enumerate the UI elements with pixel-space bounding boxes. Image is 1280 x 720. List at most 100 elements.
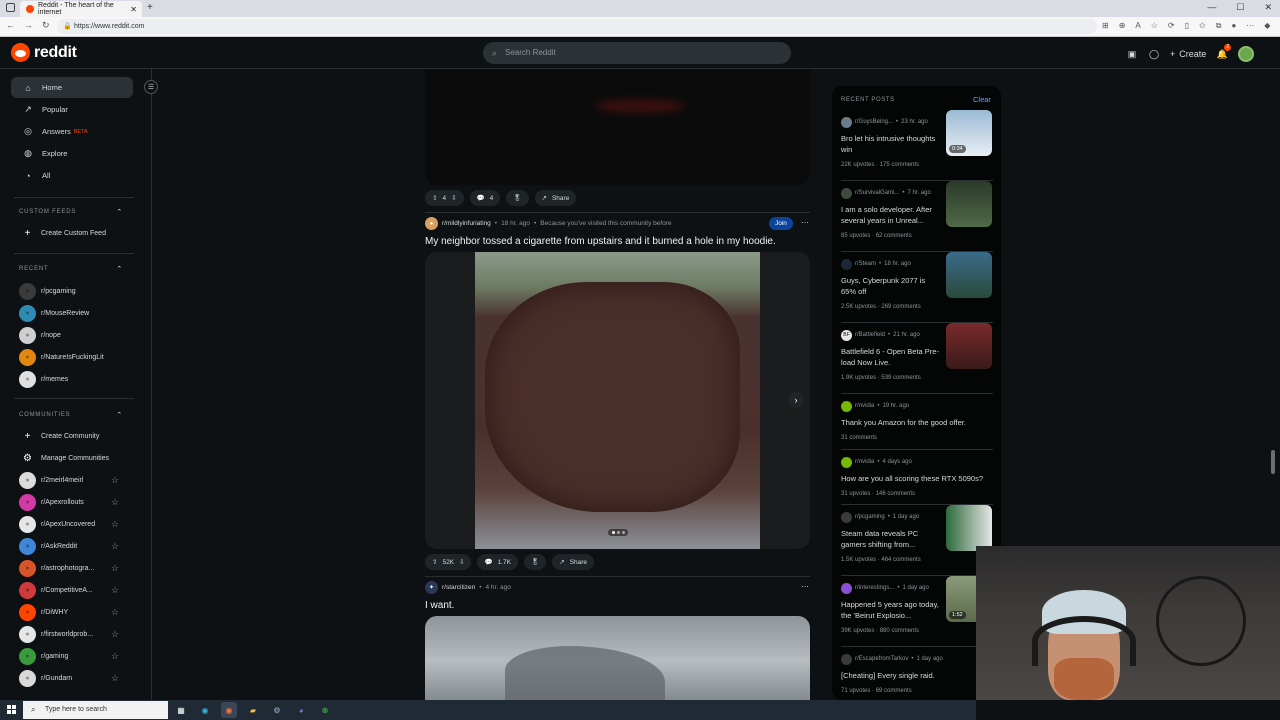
post-media-video[interactable]	[425, 69, 810, 185]
sidebar-item-answers[interactable]: ◎ Answers BETA	[11, 121, 133, 142]
downvote-icon[interactable]: ⇩	[459, 558, 464, 566]
search-input[interactable]: ⌕ Search Reddit	[483, 42, 791, 64]
recent-community-item[interactable]: ● r/MouseReview	[19, 304, 129, 322]
subreddit-name[interactable]: r/pcgaming	[855, 514, 885, 520]
community-item[interactable]: ● r/astrophotogra... ☆	[19, 559, 129, 577]
recent-post-item[interactable]: r/nvidia • 19 hr. ago Thank you Amazon for …	[841, 400, 993, 441]
sidebar-item-all[interactable]: ◔ All	[11, 165, 133, 186]
sidebar-item-explore[interactable]: ◍ Explore	[11, 143, 133, 164]
subreddit-name[interactable]: r/Steam	[855, 261, 876, 267]
subreddit-name[interactable]: r/nvidia	[855, 403, 874, 409]
recent-community-item[interactable]: ● r/memes	[19, 370, 129, 388]
file-explorer-icon[interactable]: ▰	[245, 702, 261, 718]
favorite-star-icon[interactable]: ☆	[111, 519, 119, 530]
favorite-star-icon[interactable]: ☆	[1151, 21, 1158, 31]
recent-community-item[interactable]: ● r/nope	[19, 326, 129, 344]
create-button[interactable]: + Create	[1170, 49, 1206, 59]
favorite-star-icon[interactable]: ☆	[111, 629, 119, 640]
steam-icon[interactable]: ⚙	[269, 702, 285, 718]
manage-communities-button[interactable]: ⚙ Manage Communities	[19, 449, 129, 467]
recent-post-title[interactable]: Steam data reveals PC gamers shifting fr…	[841, 528, 941, 550]
chevron-up-icon[interactable]: ⌃	[116, 208, 123, 216]
recent-post-thumbnail[interactable]: 0:34	[946, 110, 992, 156]
subreddit-name[interactable]: r/GuysBeing...	[855, 119, 893, 125]
community-item[interactable]: ● r/firstworldprob... ☆	[19, 625, 129, 643]
maximize-icon[interactable]: ☐	[1236, 2, 1244, 13]
copilot-icon[interactable]: ◆	[1264, 21, 1270, 31]
advertise-icon[interactable]: ▣	[1126, 48, 1138, 60]
favorite-star-icon[interactable]: ☆	[111, 673, 119, 684]
recent-post-title[interactable]: I am a solo developer. After several yea…	[841, 204, 941, 226]
split-screen-icon[interactable]: ▯	[1185, 21, 1189, 31]
recent-post-thumbnail[interactable]	[946, 252, 992, 298]
community-item[interactable]: ● r/gaming ☆	[19, 647, 129, 665]
profile-icon[interactable]: ●	[1231, 21, 1236, 31]
reddit-logo[interactable]: reddit	[11, 43, 77, 62]
join-button[interactable]: Join	[769, 217, 793, 230]
recent-post-item[interactable]: BF r/Battlefield • 21 hr. ago Battlefield 6 …	[841, 323, 993, 381]
forward-icon[interactable]: →	[24, 20, 33, 31]
post-gallery[interactable]: ›	[425, 252, 810, 549]
subreddit-avatar[interactable]: ●	[425, 217, 438, 230]
recent-post-title[interactable]: Happened 5 years ago today, the 'Beirut …	[841, 599, 941, 621]
zoom-icon[interactable]: ⊕	[1119, 21, 1126, 31]
next-image-button[interactable]: ›	[788, 392, 804, 408]
award-button[interactable]: 🎖	[523, 554, 547, 570]
extensions-icon[interactable]: ⟳	[1168, 21, 1175, 31]
favorite-star-icon[interactable]: ☆	[111, 497, 119, 508]
post-overflow-menu[interactable]: ⋯	[801, 582, 809, 591]
favorite-star-icon[interactable]: ☆	[111, 607, 119, 618]
recent-post-title[interactable]: How are you all scoring these RTX 5090s?	[841, 473, 991, 484]
refresh-icon[interactable]: ↻	[42, 20, 50, 31]
browser-tab[interactable]: Reddit - The heart of the internet ✕	[20, 1, 142, 17]
favorite-star-icon[interactable]: ☆	[111, 563, 119, 574]
recent-post-title[interactable]: Battlefield 6 - Open Beta Pre-load Now L…	[841, 346, 941, 368]
chevron-up-icon[interactable]: ⌃	[116, 265, 123, 273]
close-window-icon[interactable]: ✕	[1264, 2, 1272, 13]
collapse-sidebar-button[interactable]: ☰	[144, 80, 158, 94]
recent-post-item[interactable]: r/nvidia • 4 days ago How are you all scori…	[841, 456, 993, 497]
upvote-icon[interactable]: ⇧	[432, 194, 437, 202]
post-media-image[interactable]	[425, 616, 810, 706]
recent-post-thumbnail[interactable]	[946, 323, 992, 369]
recent-post-item[interactable]: r/GuysBeing... • 23 hr. ago Bro let his int…	[841, 110, 993, 168]
recent-post-item[interactable]: r/EscapefromTarkov • 1 day ago [Cheating] E…	[841, 653, 993, 694]
recent-post-title[interactable]: Bro let his intrusive thoughts win	[841, 133, 941, 155]
section-heading[interactable]: COMMUNITIES ⌃	[19, 412, 123, 419]
page-scrollbar[interactable]	[1271, 450, 1275, 474]
share-button[interactable]: ↗ Share	[552, 554, 595, 570]
subreddit-name[interactable]: r/SurvivalGami...	[855, 190, 899, 196]
comments-button[interactable]: 💬 4	[469, 190, 501, 206]
community-item[interactable]: ● r/DiWHY ☆	[19, 603, 129, 621]
favorite-star-icon[interactable]: ☆	[111, 651, 119, 662]
favorite-star-icon[interactable]: ☆	[111, 475, 119, 486]
downvote-icon[interactable]: ⇩	[451, 194, 456, 202]
subreddit-name[interactable]: r/EscapefromTarkov	[855, 656, 908, 662]
task-view-icon[interactable]: ▦	[173, 702, 189, 718]
share-button[interactable]: ↗ Share	[534, 190, 577, 206]
community-item[interactable]: ● r/AskReddit ☆	[19, 537, 129, 555]
collections-icon[interactable]: ⧉	[1216, 21, 1222, 31]
community-item[interactable]: ● r/Gundam ☆	[19, 669, 129, 687]
subreddit-name[interactable]: r/interestings...	[855, 585, 894, 591]
back-icon[interactable]: ←	[6, 20, 15, 31]
award-button[interactable]: 🎖	[506, 190, 529, 206]
recent-post-thumbnail[interactable]	[946, 505, 992, 551]
notifications-button[interactable]: 🔔 2	[1216, 44, 1232, 60]
favorite-star-icon[interactable]: ☆	[111, 541, 119, 552]
discord-icon[interactable]: ◕	[293, 702, 309, 718]
taskbar-search-input[interactable]: ⌕ Type here to search	[23, 701, 168, 719]
post-title[interactable]: I want.	[425, 600, 454, 611]
recent-post-title[interactable]: Thank you Amazon for the good offer.	[841, 417, 991, 428]
upvote-icon[interactable]: ⇧	[432, 558, 437, 566]
community-item[interactable]: ● r/CompetitiveA... ☆	[19, 581, 129, 599]
create-custom-feed-button[interactable]: + Create Custom Feed	[19, 224, 129, 242]
recent-community-item[interactable]: ● r/pcgaming	[19, 282, 129, 300]
recent-post-item[interactable]: r/Steam • 18 hr. ago Guys, Cyberpunk 2077 i…	[841, 252, 993, 310]
subreddit-name[interactable]: r/Battlefield	[855, 332, 885, 338]
subreddit-link[interactable]: r/starcitizen	[442, 584, 475, 591]
vote-control[interactable]: ⇧ 4 ⇩	[425, 190, 464, 206]
recent-community-item[interactable]: ● r/NatureIsFuckingLit	[19, 348, 129, 366]
minimize-icon[interactable]: —	[1207, 2, 1216, 13]
create-community-button[interactable]: + Create Community	[19, 427, 129, 445]
